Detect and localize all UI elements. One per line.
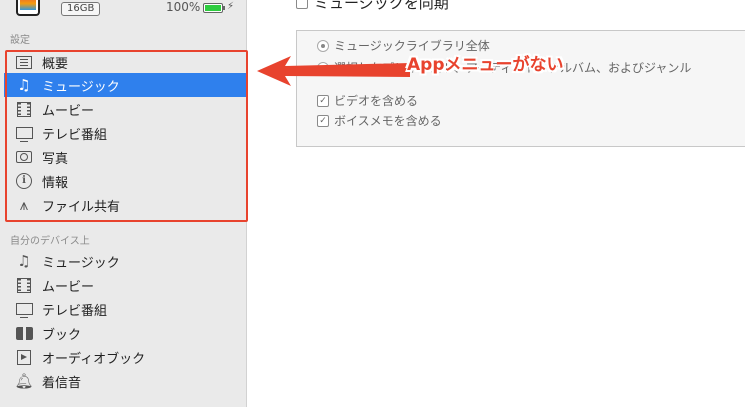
audiobook-icon — [14, 349, 34, 365]
sidebar-item-summary[interactable]: 概要 — [4, 50, 247, 74]
entire-library-radio[interactable] — [317, 39, 329, 52]
sidebar-item-label: テレビ番組 — [42, 127, 108, 143]
sidebar-item-label: ムービー — [42, 279, 95, 295]
itunes-device-window: 16GB 100% ⚡ 設定 概要 ♫ ミュージック ムービー テレビ番組 写真… — [0, 0, 745, 407]
sidebar-item-device-audiobooks[interactable]: オーディオブック — [4, 345, 247, 369]
annotation-arrow — [257, 56, 410, 86]
sidebar-item-label: オーディオブック — [42, 351, 146, 367]
bell-icon: 🔔︎ — [14, 372, 34, 390]
annotation-callout: Appメニューがない — [407, 55, 564, 75]
sidebar-item-label: ミュージック — [42, 255, 120, 271]
tv-icon — [14, 301, 34, 318]
sidebar-item-tv-shows[interactable]: テレビ番組 — [4, 121, 247, 145]
film-icon — [14, 277, 34, 293]
charging-icon: ⚡ — [227, 1, 235, 12]
iphone-icon[interactable] — [16, 0, 40, 16]
sidebar-item-label: ムービー — [42, 103, 95, 119]
camera-icon — [14, 149, 34, 165]
music-note-icon: ♫ — [17, 76, 31, 94]
music-note-icon: ♫ — [17, 252, 31, 270]
app-store-icon: ⩚ — [19, 196, 29, 214]
include-voice-memos-label: ボイスメモを含める — [334, 114, 442, 128]
sidebar-item-label: 写真 — [42, 151, 69, 167]
sidebar-item-device-music[interactable]: ♫ ミュージック — [4, 249, 247, 273]
include-videos-label: ビデオを含める — [334, 94, 419, 108]
tv-icon — [14, 125, 34, 142]
sidebar-item-label: 概要 — [42, 56, 69, 72]
sidebar-item-music[interactable]: ♫ ミュージック — [4, 73, 247, 97]
sidebar-item-label: ファイル共有 — [42, 199, 121, 215]
include-videos-option[interactable]: ✓ ビデオを含める — [317, 92, 418, 109]
sidebar-item-device-ringtones[interactable]: 🔔︎ 着信音 — [4, 369, 247, 393]
sidebar-item-device-movies[interactable]: ムービー — [4, 273, 247, 297]
sidebar-item-device-books[interactable]: ブック — [4, 321, 247, 345]
include-voice-memos-checkbox[interactable]: ✓ — [317, 114, 329, 127]
sidebar-item-photos[interactable]: 写真 — [4, 145, 247, 169]
include-voice-memos-option[interactable]: ✓ ボイスメモを含める — [317, 112, 442, 129]
list-icon — [14, 54, 34, 70]
sidebar-item-movies[interactable]: ムービー — [4, 97, 247, 121]
film-icon — [14, 101, 34, 117]
sidebar-item-file-sharing[interactable]: ⩚ ファイル共有 — [4, 193, 247, 217]
sync-music-checkbox[interactable] — [296, 0, 308, 9]
settings-header: 設定 — [10, 35, 30, 46]
sidebar-item-label: 情報 — [42, 175, 69, 191]
sidebar-item-label: 着信音 — [42, 375, 82, 391]
battery-icon — [203, 3, 225, 13]
sync-music-label: ミュージックを同期 — [314, 0, 449, 12]
info-icon: i — [14, 173, 34, 189]
capacity-badge: 16GB — [61, 2, 101, 16]
device-summary: 16GB 100% ⚡ — [0, 0, 247, 22]
my-device-header: 自分のデバイス上 — [10, 236, 90, 247]
sidebar-item-label: テレビ番組 — [42, 303, 108, 319]
sidebar: 16GB 100% ⚡ 設定 概要 ♫ ミュージック ムービー テレビ番組 写真… — [0, 0, 248, 407]
battery-percent: 100% — [166, 0, 201, 14]
book-icon — [14, 325, 34, 341]
sidebar-item-device-tv-shows[interactable]: テレビ番組 — [4, 297, 247, 321]
include-videos-checkbox[interactable]: ✓ — [317, 94, 329, 107]
sidebar-item-label: ミュージック — [42, 79, 120, 95]
sidebar-item-info[interactable]: i 情報 — [4, 169, 247, 193]
sidebar-item-label: ブック — [42, 327, 82, 343]
sync-music-row[interactable]: ミュージックを同期 — [296, 0, 449, 13]
